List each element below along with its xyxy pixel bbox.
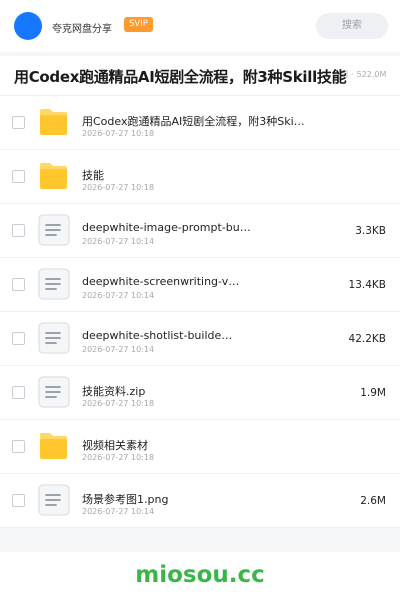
file-modified-time: 2026-07-27 10:18 [82, 399, 155, 408]
sharer-name: 夸克网盘分享 [52, 24, 112, 35]
file-row-3[interactable]: deepwhite-image-prompt-bu… 2026-07-27 10… [0, 204, 400, 258]
svip-badge: SVIP [124, 17, 153, 32]
select-checkbox[interactable] [12, 332, 25, 345]
share-meta: 问 · 522.0M [340, 69, 386, 80]
file-modified-time: 2026-07-27 10:18 [82, 129, 155, 138]
file-row-7[interactable]: 视频相关素材 2026-07-27 10:18 [0, 420, 400, 474]
file-size: 3.3KB [355, 225, 386, 237]
select-checkbox[interactable] [12, 278, 25, 291]
folder-icon [40, 433, 67, 459]
file-modified-time: 2026-07-27 10:14 [82, 291, 155, 300]
sharer-avatar[interactable] [14, 12, 42, 40]
file-row-2[interactable]: 技能 2026-07-27 10:18 [0, 150, 400, 204]
file-row-5[interactable]: deepwhite-shotlist-builde… 2026-07-27 10… [0, 312, 400, 366]
search-button[interactable]: 搜索 [316, 13, 388, 39]
select-checkbox[interactable] [12, 116, 25, 129]
file-modified-time: 2026-07-27 10:18 [82, 453, 155, 462]
site-watermark: miosou.cc [135, 562, 265, 588]
document-icon [38, 268, 70, 300]
share-title-bar: 问 · 522.0M 用Codex跑通精品AI短剧全流程，附3种Skill技能 [0, 56, 400, 96]
select-checkbox[interactable] [12, 494, 25, 507]
file-row-4[interactable]: deepwhite-screenwriting-v… 2026-07-27 10… [0, 258, 400, 312]
share-header: 夸克网盘分享 SVIP 搜索 [0, 0, 400, 52]
file-name: 视频相关素材 [82, 439, 148, 452]
file-modified-time: 2026-07-27 10:14 [82, 507, 155, 516]
select-checkbox[interactable] [12, 224, 25, 237]
file-size: 42.2KB [348, 333, 386, 345]
document-icon [38, 484, 70, 516]
document-icon [38, 214, 70, 246]
file-row-1[interactable]: 用Codex跑通精品AI短剧全流程，附3种Skil… 2026-07-27 10… [0, 96, 400, 150]
file-name: 技能资料.zip [82, 385, 146, 398]
file-name: 用Codex跑通精品AI短剧全流程，附3种Skil… [82, 115, 307, 128]
file-size: 2.6M [360, 495, 386, 507]
file-name: 场景参考图1.png [82, 493, 169, 506]
file-name: deepwhite-shotlist-builde… [82, 329, 233, 342]
document-icon [38, 376, 70, 408]
folder-icon [40, 163, 67, 189]
file-name: 技能 [82, 169, 104, 182]
meta-separator: · [351, 70, 354, 79]
file-modified-time: 2026-07-27 10:14 [82, 237, 155, 246]
folder-icon [40, 109, 67, 135]
select-checkbox[interactable] [12, 386, 25, 399]
file-row-6[interactable]: 技能资料.zip 2026-07-27 10:18 1.9M [0, 366, 400, 420]
share-total-size: 522.0M [356, 70, 387, 79]
share-title: 用Codex跑通精品AI短剧全流程，附3种Skill技能 [14, 68, 347, 86]
select-checkbox[interactable] [12, 170, 25, 183]
file-size: 13.4KB [348, 279, 386, 291]
file-name: deepwhite-screenwriting-v… [82, 275, 240, 288]
file-modified-time: 2026-07-27 10:14 [82, 345, 155, 354]
file-list: 用Codex跑通精品AI短剧全流程，附3种Skil… 2026-07-27 10… [0, 96, 400, 528]
document-icon [38, 322, 70, 354]
file-name: deepwhite-image-prompt-bu… [82, 221, 251, 234]
file-size: 1.9M [360, 387, 386, 399]
select-checkbox[interactable] [12, 440, 25, 453]
file-modified-time: 2026-07-27 10:18 [82, 183, 155, 192]
file-row-8[interactable]: 场景参考图1.png 2026-07-27 10:14 2.6M [0, 474, 400, 528]
